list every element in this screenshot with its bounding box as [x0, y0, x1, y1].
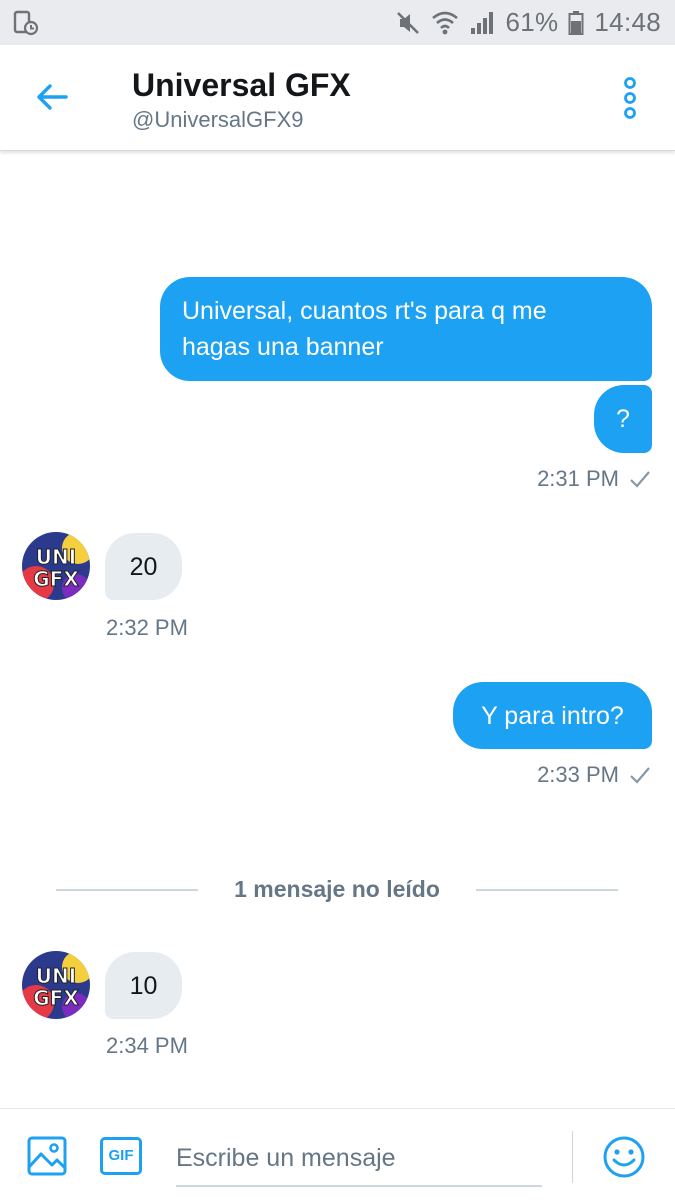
sent-check-icon: [630, 471, 650, 488]
timestamp-text: 2:33 PM: [537, 762, 619, 787]
avatar[interactable]: UNI GFX: [22, 532, 90, 600]
message-bubble-incoming[interactable]: 10: [105, 952, 182, 1019]
message-text-line: hagas una banner: [182, 333, 384, 361]
mute-icon: [397, 11, 420, 34]
sent-check-icon: [630, 767, 650, 784]
wifi-icon: [432, 11, 459, 34]
emoji-icon[interactable]: [602, 1135, 646, 1179]
composer-separator: [572, 1131, 573, 1183]
avatar[interactable]: UNI GFX: [22, 951, 90, 1019]
message-timestamp: 2:32 PM: [106, 615, 188, 640]
svg-text:GFX: GFX: [33, 986, 79, 1010]
message-bubble-outgoing[interactable]: ?: [594, 385, 652, 453]
conversation-header: Universal GFX @UniversalGFX9: [0, 45, 675, 151]
battery-percent: 61%: [505, 7, 559, 37]
unread-divider: 1 mensaje no leído: [56, 868, 618, 912]
gif-label: GIF: [108, 1147, 134, 1164]
back-arrow-icon[interactable]: [32, 77, 72, 117]
message-bubble-incoming[interactable]: 20: [105, 533, 182, 600]
signal-icon: [471, 11, 494, 34]
status-bar: 61% 14:48: [0, 0, 675, 45]
screenshot-icon: [13, 10, 39, 36]
svg-text:UNI: UNI: [36, 545, 76, 569]
timestamp-text: 2:31 PM: [537, 466, 619, 491]
image-icon[interactable]: [26, 1135, 68, 1177]
gif-icon[interactable]: GIF: [100, 1137, 142, 1175]
svg-text:GFX: GFX: [33, 567, 79, 591]
divider-line-right: [476, 889, 618, 891]
message-bubble-outgoing[interactable]: Y para intro?: [453, 682, 652, 749]
more-options-icon[interactable]: [615, 75, 645, 121]
status-right: 61% 14:48: [395, 0, 661, 45]
message-input[interactable]: [176, 1131, 542, 1187]
conversation-title[interactable]: Universal GFX: [132, 67, 351, 104]
message-text-line: Universal, cuantos rt's para q me: [182, 297, 547, 325]
message-timestamp: 2:34 PM: [106, 1033, 188, 1058]
message-timestamp: 2:33 PM: [537, 762, 651, 788]
message-timestamp: 2:31 PM: [537, 466, 651, 492]
battery-icon: [568, 10, 584, 35]
message-bubble-outgoing[interactable]: Universal, cuantos rt's para q me hagas …: [160, 277, 652, 381]
conversation-handle[interactable]: @UniversalGFX9: [132, 107, 304, 133]
message-composer: GIF: [0, 1108, 675, 1200]
svg-text:UNI: UNI: [36, 964, 76, 988]
clock: 14:48: [594, 7, 661, 37]
